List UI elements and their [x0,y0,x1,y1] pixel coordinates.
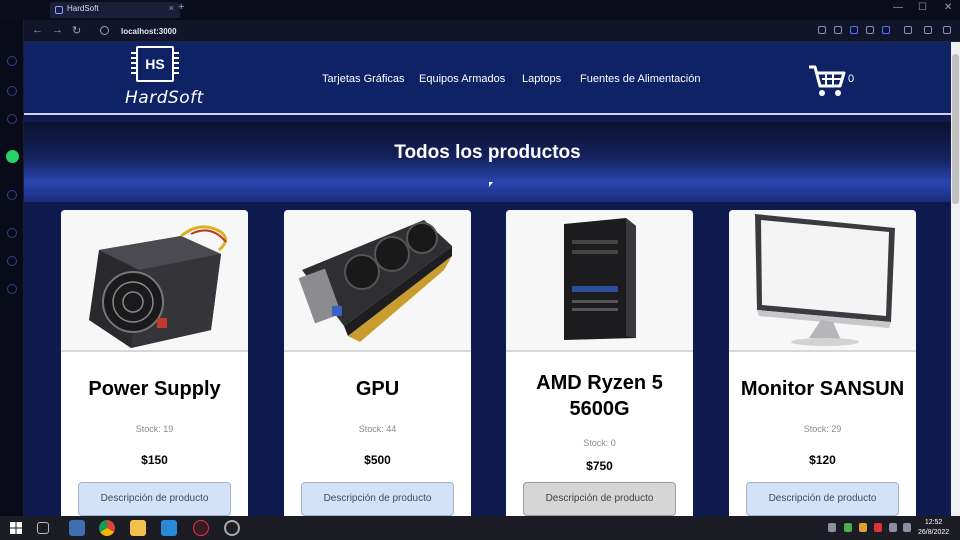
product-price: $500 [364,453,391,467]
page-title: Todos los productos [394,142,581,163]
mouse-cursor [489,182,493,187]
product-description-button[interactable]: Descripción de producto [301,482,454,516]
tab-favicon-icon [55,6,63,14]
website-viewport: HS HardSoft Tarjetas Gráficas Equipos Ar… [24,42,951,516]
minimize-button[interactable]: — [893,2,903,13]
play-icon[interactable] [866,26,874,34]
tab-bar: HardSoft × + — ☐ ✕ [0,0,960,20]
app-icon[interactable] [224,520,240,536]
nav-link-tarjetas-graficas[interactable]: Tarjetas Gráficas [322,73,405,85]
sidebar-app-icon[interactable] [7,256,17,266]
back-button[interactable]: ← [32,24,43,36]
wifi-icon[interactable] [889,523,897,532]
brand-name[interactable]: HardSoft [125,88,204,108]
sidebar-app-icon[interactable] [7,228,17,238]
cube-icon[interactable] [904,26,912,34]
product-stock: Stock: 19 [135,424,174,434]
windows-start-icon[interactable] [10,522,22,534]
site-navbar: HS HardSoft Tarjetas Gráficas Equipos Ar… [24,42,951,115]
heart-icon[interactable] [882,26,890,34]
logo-chip-icon[interactable]: HS [131,46,179,82]
product-stock: Stock: 29 [803,424,842,434]
product-title: AMD Ryzen 5 5600G [536,372,663,420]
product-description-button[interactable]: Descripción de producto [78,482,231,516]
product-image [284,210,471,352]
extension-icon[interactable] [818,26,826,34]
product-card: AMD Ryzen 5 5600G Stock: 0 $750 Descripc… [506,210,693,516]
gpu-image [298,220,452,342]
product-image [729,210,916,352]
product-description-button[interactable]: Descripción de producto [746,482,899,516]
reload-button[interactable]: ↻ [72,24,81,37]
file-explorer-icon[interactable] [130,520,146,536]
whatsapp-icon[interactable] [6,150,19,163]
scrollbar-thumb[interactable] [952,54,959,204]
desktop-tower-image [564,218,636,340]
download-icon[interactable] [924,26,932,34]
clock-date: 26/8/2022 [918,529,950,536]
shield-icon[interactable] [850,26,858,34]
product-card: Power Supply Stock: 19 $150 Descripción … [61,210,248,516]
tray-icon[interactable] [828,523,836,532]
product-title: Power Supply [88,378,221,400]
logo-initials: HS [145,56,165,72]
product-stock: Stock: 44 [358,424,397,434]
app-icon[interactable] [69,520,85,536]
maximize-button[interactable]: ☐ [918,2,927,13]
product-price: $120 [809,453,836,467]
product-description-button[interactable]: Descripción de producto [523,482,676,516]
sidebar-app-icon[interactable] [7,190,17,200]
camera-icon[interactable] [834,26,842,34]
url-field[interactable]: localhost:3000 [121,27,177,36]
monitor-image [755,214,895,346]
chrome-icon[interactable] [99,520,115,536]
product-price: $150 [141,453,168,467]
taskbar-clock[interactable]: 12:52 26/8/2022 [918,518,949,538]
product-title: Monitor SANSUN [740,378,905,400]
nav-link-equipos-armados[interactable]: Equipos Armados [419,73,505,85]
product-card: GPU Stock: 44 $500 Descripción de produc… [284,210,471,516]
product-stock: Stock: 0 [583,438,616,448]
cart-icon[interactable] [808,64,846,98]
nav-link-laptops[interactable]: Laptops [522,73,561,85]
cart-count: 0 [848,73,855,85]
product-title: GPU [355,378,400,400]
task-view-icon[interactable] [37,522,49,534]
page-scrollbar[interactable] [951,42,960,516]
menu-icon[interactable] [943,26,951,34]
power-supply-image [89,225,227,348]
clock-time: 12:52 [924,519,943,526]
vscode-icon[interactable] [161,520,177,536]
tray-icon[interactable] [874,523,882,532]
sidebar-app-icon[interactable] [7,56,17,66]
close-window-button[interactable]: ✕ [944,2,952,13]
product-card: Monitor SANSUN Stock: 29 $120 Descripció… [729,210,916,516]
product-price: $750 [586,459,613,473]
taskbar [0,516,960,540]
tab-close-icon[interactable]: × [169,3,174,13]
product-image [61,210,248,352]
forward-button[interactable]: → [52,24,63,36]
tray-icon[interactable] [844,523,852,532]
tray-icon[interactable] [859,523,867,532]
product-image [506,210,693,352]
browser-sidebar [0,0,24,516]
sidebar-app-icon[interactable] [7,284,17,294]
browser-tab[interactable]: HardSoft × [50,2,180,18]
browser-app-icon[interactable] [193,520,209,536]
tab-title: HardSoft [67,4,99,13]
sidebar-app-icon[interactable] [7,114,17,124]
nav-link-fuentes[interactable]: Fuentes de Alimentación [580,73,700,85]
site-info-icon[interactable] [100,26,109,35]
sidebar-app-icon[interactable] [7,86,17,96]
volume-icon[interactable] [903,523,911,532]
new-tab-button[interactable]: + [178,1,184,13]
